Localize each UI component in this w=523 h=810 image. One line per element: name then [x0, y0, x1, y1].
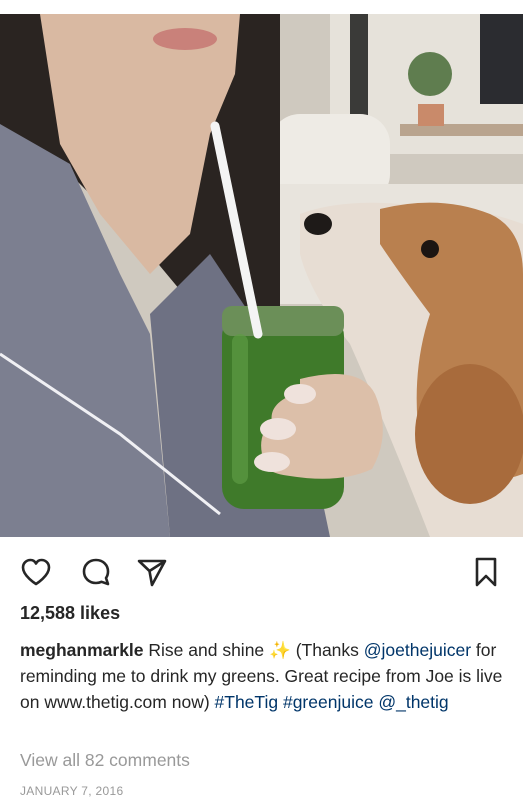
heart-icon[interactable] [20, 556, 52, 588]
hashtag-link[interactable]: #greenjuice [283, 692, 373, 712]
caption-text: (Thanks [290, 640, 364, 660]
comment-icon[interactable] [80, 556, 112, 588]
post-date: JANUARY 7, 2016 [20, 784, 124, 798]
send-icon[interactable] [136, 556, 168, 588]
view-all-comments-link[interactable]: View all 82 comments [20, 750, 190, 771]
mention-link[interactable]: @joethejuicer [364, 640, 471, 660]
caption-text: Rise and shine [143, 640, 270, 660]
like-count[interactable]: 12,588 likes [20, 603, 120, 624]
post-caption: meghanmarkle Rise and shine ✨ (Thanks @j… [20, 637, 510, 715]
mention-link[interactable]: @_thetig [378, 692, 448, 712]
action-bar [0, 548, 523, 592]
top-margin [0, 0, 523, 14]
hashtag-link[interactable]: #TheTig [215, 692, 279, 712]
caption-username[interactable]: meghanmarkle [20, 640, 144, 660]
post-photo[interactable] [0, 14, 523, 537]
bookmark-icon[interactable] [470, 556, 502, 588]
sparkle-emoji-icon: ✨ [269, 640, 291, 660]
post-photo-illustration [0, 14, 523, 537]
